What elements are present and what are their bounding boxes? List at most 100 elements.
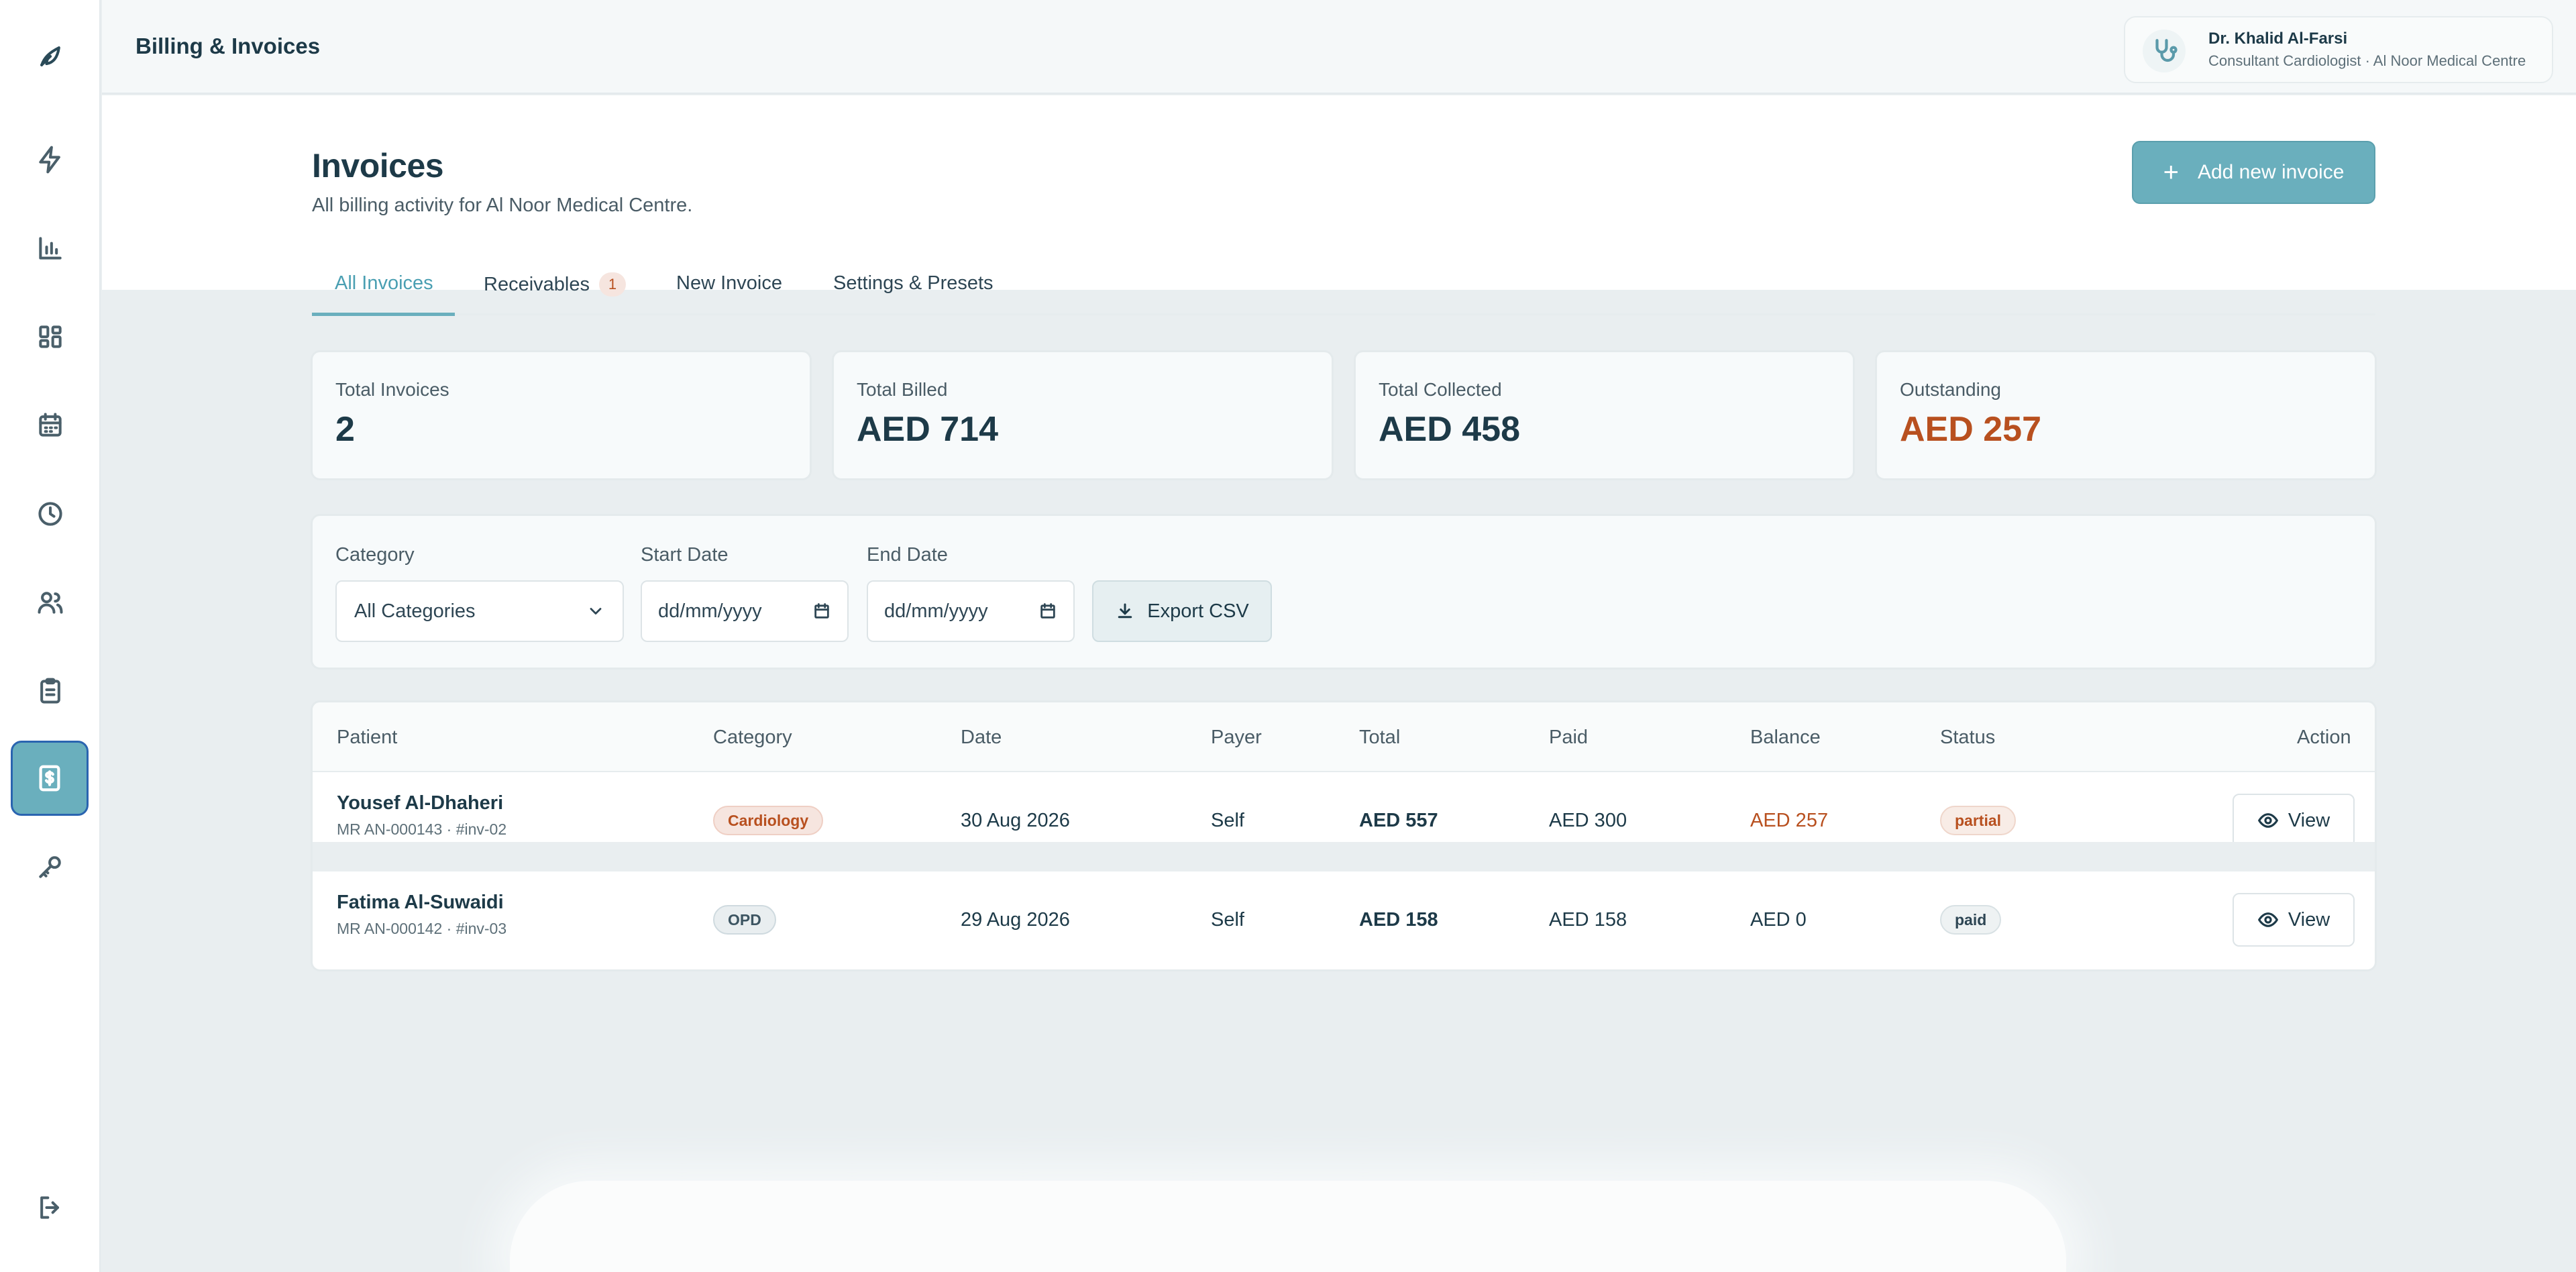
column-header: Category: [713, 727, 792, 748]
tab-active-indicator: [312, 313, 455, 316]
paid-amount: AED 158: [1549, 909, 1627, 931]
stat-value: AED 257: [1900, 410, 2041, 449]
status-badge: paid: [1940, 905, 2002, 935]
start-date-label: Start Date: [641, 544, 729, 566]
clipboard-icon[interactable]: [18, 659, 83, 723]
start-date-placeholder: dd/mm/yyyy: [658, 600, 762, 622]
users-icon[interactable]: [18, 570, 83, 635]
leaf-logo-icon[interactable]: [18, 24, 83, 89]
balance-amount: AED 0: [1750, 909, 1807, 931]
user-role: Consultant Cardiologist · Al Noor Medica…: [2208, 52, 2526, 69]
calendar-icon[interactable]: [18, 393, 83, 458]
total-amount: AED 557: [1359, 810, 1438, 831]
stat-label: Total Invoices: [335, 379, 449, 400]
start-date-input[interactable]: dd/mm/yyyy: [641, 580, 849, 642]
sidebar: [0, 0, 101, 1272]
calendar-picker-icon[interactable]: [812, 602, 831, 621]
end-date-placeholder: dd/mm/yyyy: [884, 600, 988, 622]
download-icon: [1118, 603, 1132, 619]
end-date-input[interactable]: dd/mm/yyyy: [867, 580, 1075, 642]
key-icon[interactable]: [18, 835, 83, 899]
filter-panel: Category All Categories Start Date dd/mm…: [311, 514, 2377, 670]
invoices-table: Patient Category Date Payer Total Paid B…: [311, 700, 2377, 971]
topbar: Billing & Invoices Dr. Khalid Al-Farsi C…: [102, 0, 2576, 94]
payer: Self: [1211, 810, 1244, 831]
table-header: Patient Category Date Payer Total Paid B…: [313, 702, 2375, 772]
receivables-count-badge: 1: [598, 272, 626, 297]
tab-label: Settings & Presets: [833, 272, 994, 294]
stat-value: AED 458: [1379, 410, 1520, 449]
invoice-date: 30 Aug 2026: [961, 810, 1070, 831]
plus-icon: +: [2163, 158, 2179, 187]
tab-settings-presets[interactable]: Settings & Presets: [833, 272, 994, 315]
view-label: View: [2288, 809, 2330, 831]
total-amount: AED 158: [1359, 909, 1438, 931]
stat-value: 2: [335, 410, 355, 449]
tab-label: Receivables: [484, 274, 590, 295]
tab-receivables[interactable]: Receivables 1: [484, 272, 626, 315]
stat-label: Total Collected: [1379, 379, 1502, 400]
stat-label: Total Billed: [857, 379, 948, 400]
stat-card-total-invoices: Total Invoices 2: [311, 350, 812, 480]
column-header: Status: [1940, 727, 1996, 748]
table-row[interactable]: Yousef Al-Dhaheri MR AN-000143 · #inv-02…: [313, 772, 2375, 847]
view-label: View: [2288, 908, 2330, 931]
column-header: Balance: [1750, 727, 1821, 748]
tab-bar: All Invoices Receivables 1 New Invoice Se…: [312, 268, 2375, 316]
stethoscope-icon: [2143, 30, 2186, 72]
status-badge: partial: [1940, 806, 2017, 835]
eye-icon: [2257, 912, 2278, 927]
stat-card-outstanding: Outstanding AED 257: [1875, 350, 2377, 480]
calendar-picker-icon[interactable]: [1038, 602, 1057, 621]
eye-icon: [2257, 813, 2278, 828]
patient-name: Fatima Al-Suwaidi: [337, 892, 504, 913]
payer: Self: [1211, 909, 1244, 931]
tab-all-invoices[interactable]: All Invoices: [335, 272, 433, 315]
patient-meta: MR AN-000142 · #inv-03: [337, 920, 507, 937]
column-header: Date: [961, 727, 1002, 748]
balance-amount: AED 257: [1750, 810, 1829, 831]
paid-amount: AED 300: [1549, 810, 1627, 831]
view-invoice-button[interactable]: View: [2233, 794, 2355, 847]
stat-label: Outstanding: [1900, 379, 2001, 400]
tab-label: New Invoice: [676, 272, 782, 294]
view-invoice-button[interactable]: View: [2233, 893, 2355, 947]
category-badge: OPD: [713, 905, 776, 935]
bar-chart-icon[interactable]: [18, 216, 83, 280]
category-select[interactable]: All Categories: [335, 580, 624, 642]
tab-label: All Invoices: [335, 272, 433, 294]
invoice-date: 29 Aug 2026: [961, 909, 1070, 931]
export-csv-label: Export CSV: [1147, 600, 1249, 622]
column-header: Action: [2297, 727, 2351, 748]
bottom-glow-decoration: [510, 1181, 2066, 1272]
table-row[interactable]: Fatima Al-Suwaidi MR AN-000142 · #inv-03…: [313, 871, 2375, 947]
logout-icon[interactable]: [18, 1175, 83, 1240]
chevron-down-icon: [590, 608, 602, 615]
category-badge: Cardiology: [713, 806, 824, 835]
row-divider: [313, 842, 2375, 871]
clock-icon[interactable]: [18, 482, 83, 546]
invoice-icon[interactable]: [11, 741, 89, 816]
add-new-invoice-label: Add new invoice: [2197, 161, 2345, 183]
user-card[interactable]: Dr. Khalid Al-Farsi Consultant Cardiolog…: [2124, 16, 2553, 83]
grid-icon[interactable]: [18, 305, 83, 369]
category-select-value: All Categories: [354, 600, 476, 622]
stat-card-total-billed: Total Billed AED 714: [832, 350, 1334, 480]
stat-value: AED 714: [857, 410, 998, 449]
category-label: Category: [335, 544, 415, 566]
column-header: Paid: [1549, 727, 1589, 748]
patient-name: Yousef Al-Dhaheri: [337, 792, 504, 814]
stat-card-total-collected: Total Collected AED 458: [1354, 350, 1855, 480]
export-csv-button[interactable]: Export CSV: [1092, 580, 1272, 642]
user-name: Dr. Khalid Al-Farsi: [2208, 30, 2348, 48]
page-title: Invoices: [312, 147, 444, 184]
add-new-invoice-button[interactable]: + Add new invoice: [2132, 141, 2375, 204]
bolt-icon[interactable]: [18, 127, 83, 192]
tab-new-invoice[interactable]: New Invoice: [676, 272, 782, 315]
patient-meta: MR AN-000143 · #inv-02: [337, 820, 507, 838]
page-subtitle: All billing activity for Al Noor Medical…: [312, 195, 693, 216]
header-title: Billing & Invoices: [136, 34, 321, 58]
end-date-label: End Date: [867, 544, 948, 566]
column-header: Payer: [1211, 727, 1262, 748]
column-header: Total: [1359, 727, 1401, 748]
